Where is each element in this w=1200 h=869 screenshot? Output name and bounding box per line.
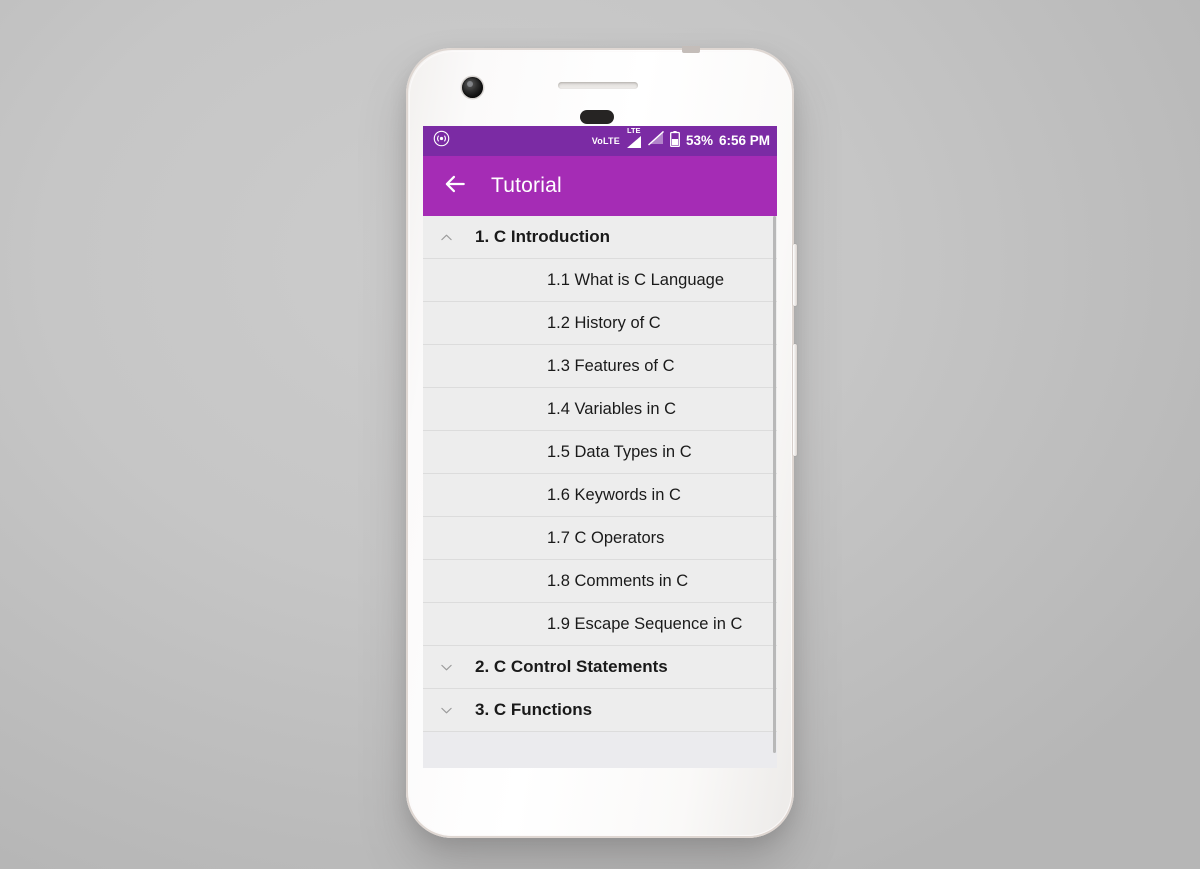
back-button[interactable]: [435, 166, 475, 206]
toc-row-label: 1.1 What is C Language: [547, 270, 725, 289]
toc-row-label: 1.4 Variables in C: [547, 399, 677, 418]
battery-percent: 53%: [685, 133, 713, 149]
status-bar-right: VoLTE LTE 53% 6:56 PM: [591, 126, 770, 152]
chevron-up-icon[interactable]: [423, 229, 469, 246]
toc-item-row[interactable]: 1.7 C Operators: [423, 517, 777, 560]
toc-item-row[interactable]: 1.9 Escape Sequence in C: [423, 603, 777, 646]
toc-row-label: 1.6 Keywords in C: [547, 485, 681, 504]
app-bar: Tutorial: [423, 156, 777, 216]
toc-group-row[interactable]: 1. C Introduction: [423, 216, 777, 259]
toc-row-label: 1.3 Features of C: [547, 356, 675, 375]
earpiece-speaker: [558, 82, 638, 89]
list-empty-area: [423, 732, 777, 768]
toc-row-label: 2. C Control Statements: [475, 657, 668, 676]
back-arrow-icon: [442, 171, 468, 202]
volte-label: VoLTE: [591, 135, 620, 146]
toc-item-row[interactable]: 1.8 Comments in C: [423, 560, 777, 603]
status-bar-clock: 6:56 PM: [718, 133, 770, 149]
toc-item-row[interactable]: 1.6 Keywords in C: [423, 474, 777, 517]
volume-button[interactable]: [793, 344, 797, 456]
status-bar: VoLTE LTE 53% 6:56 PM: [423, 126, 777, 156]
front-camera-icon: [462, 77, 483, 98]
toc-item-row[interactable]: 1.1 What is C Language: [423, 259, 777, 302]
toc-item-row[interactable]: 1.5 Data Types in C: [423, 431, 777, 474]
toc-group-row[interactable]: 2. C Control Statements: [423, 646, 777, 689]
toc-item-row[interactable]: 1.2 History of C: [423, 302, 777, 345]
antenna-notch: [682, 46, 700, 53]
battery-icon: [669, 130, 680, 152]
toc-row-label: 1. C Introduction: [475, 227, 611, 246]
phone-screen: VoLTE LTE 53% 6:56 PM Tutorial 1. C Intr…: [423, 126, 777, 768]
lte-label: LTE: [626, 126, 641, 135]
tutorial-toc-list[interactable]: 1. C Introduction 1.1 What is C Language 1…: [423, 216, 777, 768]
signal-bars-icon: LTE: [626, 126, 642, 149]
power-button[interactable]: [793, 244, 797, 306]
page-title: Tutorial: [491, 174, 562, 197]
chevron-down-icon[interactable]: [423, 702, 469, 719]
toc-row-label: 3. C Functions: [475, 700, 593, 719]
cast-hotspot-icon: [433, 130, 450, 152]
phone-device: VoLTE LTE 53% 6:56 PM Tutorial 1. C Intr…: [406, 46, 797, 838]
toc-item-row[interactable]: 1.3 Features of C: [423, 345, 777, 388]
list-scrollbar[interactable]: [773, 216, 776, 753]
status-bar-left: [433, 130, 450, 152]
toc-row-label: 1.7 C Operators: [547, 528, 665, 547]
toc-row-label: 1.5 Data Types in C: [547, 442, 692, 461]
toc-row-label: 1.9 Escape Sequence in C: [547, 614, 743, 633]
toc-item-row[interactable]: 1.4 Variables in C: [423, 388, 777, 431]
signal-off-icon: [647, 130, 664, 151]
toc-row-label: 1.8 Comments in C: [547, 571, 689, 590]
toc-row-label: 1.2 History of C: [547, 313, 661, 332]
chevron-down-icon[interactable]: [423, 659, 469, 676]
proximity-sensor: [580, 110, 614, 124]
toc-group-row[interactable]: 3. C Functions: [423, 689, 777, 732]
toc-rows-container: 1. C Introduction 1.1 What is C Language 1…: [423, 216, 777, 732]
